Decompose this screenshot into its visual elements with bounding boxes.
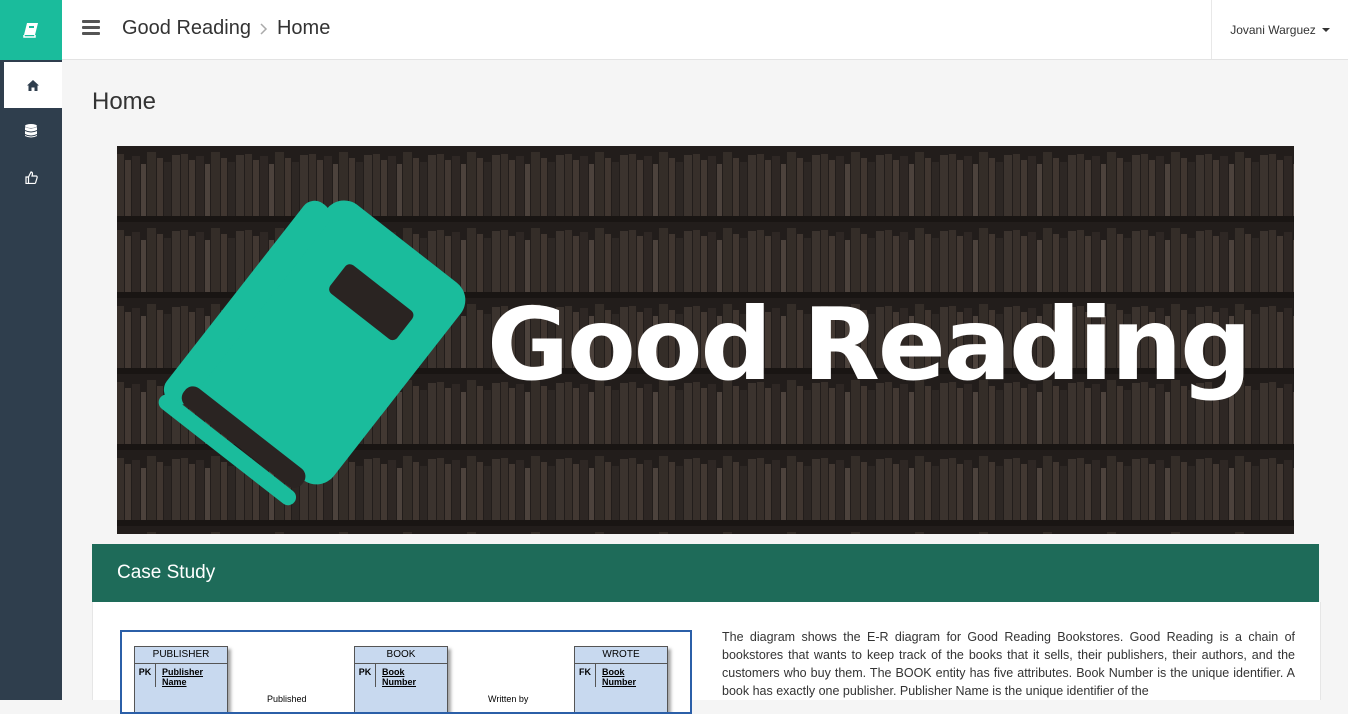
chevron-right-icon [260, 22, 268, 35]
app-logo[interactable] [0, 0, 62, 60]
case-study-title: Case Study [117, 562, 216, 583]
entity-wrote: WROTE FK Book Number [574, 646, 668, 712]
entity-name: PUBLISHER [135, 647, 227, 664]
breadcrumb: Good Reading Home [122, 17, 330, 40]
sidebar-item-database[interactable] [0, 108, 62, 154]
entity-key: PK [355, 664, 376, 687]
entity-name: WROTE [575, 647, 667, 664]
caret-down-icon [1321, 27, 1330, 32]
entity-attr: Book [602, 667, 625, 677]
entity-key: FK [575, 664, 596, 687]
entity-name: BOOK [355, 647, 447, 664]
user-name: Jovani Warguez [1230, 22, 1316, 37]
book-icon [23, 23, 38, 38]
side-nav [0, 62, 62, 200]
user-menu[interactable]: Jovani Warguez [1211, 0, 1348, 59]
case-study-header: Case Study [92, 544, 1319, 602]
entity-attr: Number [602, 677, 637, 687]
entity-publisher: PUBLISHER PK Publisher Name [134, 646, 228, 712]
sidebar-item-home[interactable] [4, 62, 62, 108]
page-title: Home [92, 88, 157, 115]
entity-attr: Number [382, 677, 417, 687]
hero-banner: Good Reading [117, 146, 1294, 534]
database-icon [25, 124, 37, 138]
entity-key: PK [135, 664, 156, 687]
menu-toggle-icon[interactable] [82, 20, 100, 36]
relationship-label: Written by [488, 694, 529, 704]
thumbs-up-icon [24, 170, 38, 184]
er-diagram: PUBLISHER PK Publisher Name Published BOO… [120, 630, 692, 714]
book-logo-icon [158, 200, 466, 506]
top-bar: Good Reading Home Jovani Warguez [62, 0, 1348, 60]
relationship-label: Published [267, 694, 307, 704]
banner-title: Good Reading [487, 286, 1252, 403]
entity-book: BOOK PK Book Number [354, 646, 448, 712]
breadcrumb-app-link[interactable]: Good Reading [122, 17, 251, 40]
home-icon [27, 79, 39, 91]
sidebar [0, 0, 62, 700]
entity-attr: Name [162, 677, 187, 687]
case-study-body: PUBLISHER PK Publisher Name Published BOO… [92, 602, 1321, 714]
entity-attr: Book [382, 667, 405, 677]
sidebar-item-likes[interactable] [0, 154, 62, 200]
breadcrumb-current: Home [276, 17, 331, 39]
entity-attr: Publisher [162, 667, 204, 677]
case-study-description: The diagram shows the E-R diagram for Go… [722, 630, 1295, 698]
